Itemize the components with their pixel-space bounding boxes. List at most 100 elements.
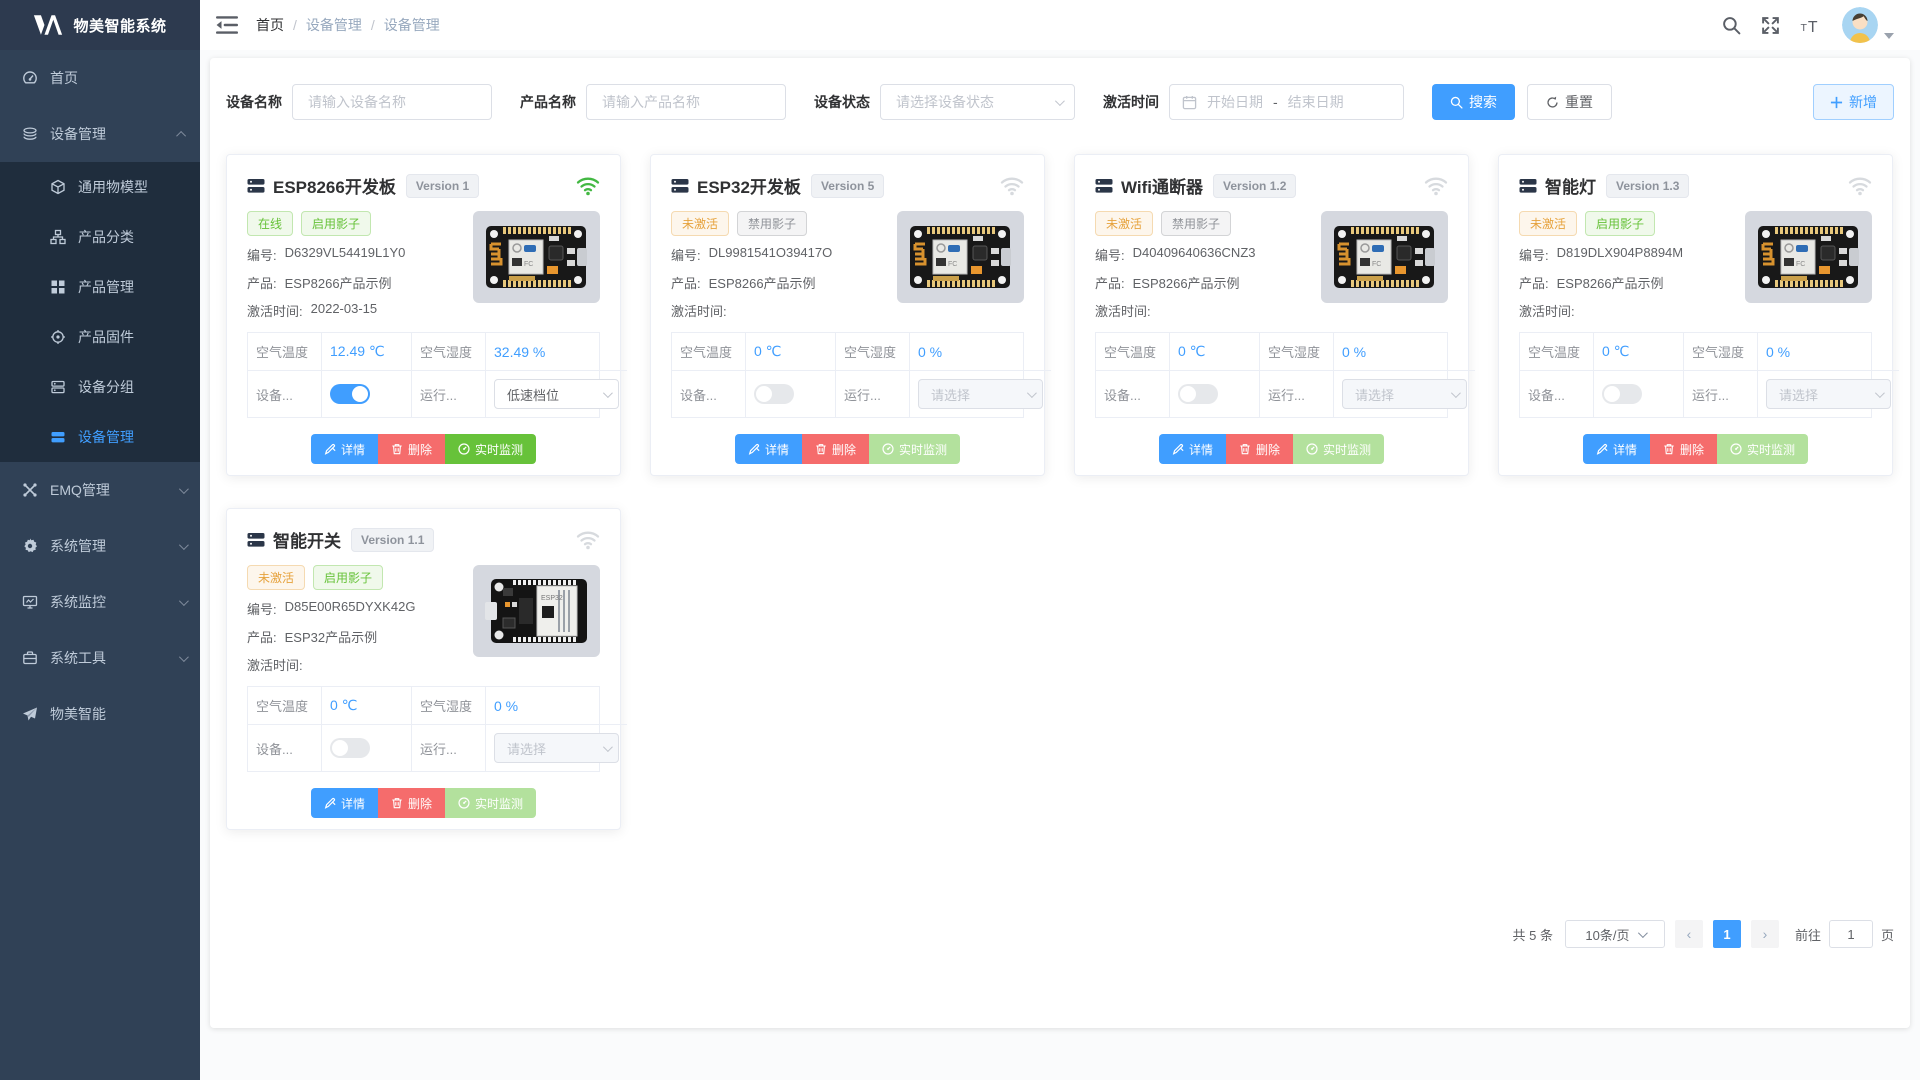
device-title: ESP32开发板 xyxy=(697,173,801,198)
product-name-input[interactable] xyxy=(586,84,786,120)
device-name-input[interactable] xyxy=(292,84,492,120)
toolbox-icon xyxy=(22,650,38,666)
sidebar-item-product-management[interactable]: 产品管理 xyxy=(0,262,200,312)
serial-line: 编号: D85E00R65DYXK42G xyxy=(247,599,461,618)
run-mode-select[interactable]: 低速档位 xyxy=(494,379,619,409)
run-mode-select[interactable]: 请选择 xyxy=(918,379,1043,409)
filter-device-status: 设备状态 请选择设备状态 xyxy=(814,84,1075,120)
detail-button[interactable]: 详情 xyxy=(1159,434,1226,464)
breadcrumb-home[interactable]: 首页 xyxy=(256,15,284,35)
device-image xyxy=(473,565,600,657)
reset-button[interactable]: 重置 xyxy=(1527,84,1612,120)
delete-button[interactable]: 删除 xyxy=(802,434,869,464)
refresh-icon xyxy=(1546,96,1559,109)
serial-value: DL9981541O39417O xyxy=(709,245,833,264)
content-panel: 设备名称 产品名称 设备状态 请选择设备状态 激活时间 xyxy=(210,58,1910,1028)
property-table: 空气温度 0 ℃ 空气湿度 0 % 设备... 运行... 请选择 xyxy=(247,686,600,772)
sidebar-item-home[interactable]: 首页 xyxy=(0,50,200,106)
detail-button[interactable]: 详情 xyxy=(311,788,378,818)
sidebar-item-emq[interactable]: EMQ管理 xyxy=(0,462,200,518)
pen-icon xyxy=(324,443,336,455)
sidebar-item-system-management[interactable]: 系统管理 xyxy=(0,518,200,574)
delete-button[interactable]: 删除 xyxy=(378,434,445,464)
sidebar-item-product-firmware[interactable]: 产品固件 xyxy=(0,312,200,362)
realtime-monitor-button[interactable]: 实时监测 xyxy=(445,434,536,464)
device-switch-toggle[interactable] xyxy=(330,738,370,758)
sidebar-item-thing-model[interactable]: 通用物模型 xyxy=(0,162,200,212)
activation-line: 激活时间: 2022-03-15 xyxy=(247,301,461,320)
delete-button[interactable]: 删除 xyxy=(378,788,445,818)
run-mode-select[interactable]: 请选择 xyxy=(494,733,619,763)
activation-value: 2022-03-15 xyxy=(311,301,378,320)
device-card: ESP8266开发板 Version 1 在线 启用影子 编号: D6329VL… xyxy=(226,154,621,476)
sidebar-item-wumei-smart[interactable]: 物美智能 xyxy=(0,686,200,742)
breadcrumb-device-management[interactable]: 设备管理 xyxy=(306,15,362,35)
device-card: 智能灯 Version 1.3 未激活 启用影子 编号: D819DLX904P… xyxy=(1498,154,1893,476)
font-size-icon[interactable] xyxy=(1800,16,1822,35)
sidebar-item-device-management[interactable]: 设备管理 xyxy=(0,106,200,162)
temp-value: 0 ℃ xyxy=(1594,333,1684,371)
device-switch-toggle[interactable] xyxy=(1178,384,1218,404)
humidity-value: 0 % xyxy=(1758,333,1899,371)
prev-page-button[interactable]: ‹ xyxy=(1675,920,1703,948)
device-switch-toggle[interactable] xyxy=(754,384,794,404)
page-size-select[interactable]: 10条/页 xyxy=(1565,920,1665,948)
device-switch-label: 设备... xyxy=(248,725,322,771)
device-switch-toggle[interactable] xyxy=(330,384,370,404)
top-header: 首页 / 设备管理 / 设备管理 xyxy=(200,0,1920,50)
sidebar-item-system-tools[interactable]: 系统工具 xyxy=(0,630,200,686)
cube-icon xyxy=(50,179,66,195)
card-header: ESP32开发板 Version 5 xyxy=(671,173,1024,198)
realtime-monitor-button[interactable]: 实时监测 xyxy=(1293,434,1384,464)
page-number-1[interactable]: 1 xyxy=(1713,920,1741,948)
realtime-monitor-button[interactable]: 实时监测 xyxy=(445,788,536,818)
app-logo[interactable]: 物美智能系统 xyxy=(0,0,200,50)
status-tags: 未激活 禁用影子 xyxy=(1095,211,1309,236)
temp-label: 空气温度 xyxy=(1096,333,1170,371)
delete-button[interactable]: 删除 xyxy=(1226,434,1293,464)
trash-icon xyxy=(391,443,403,455)
card-header: 智能开关 Version 1.1 xyxy=(247,527,600,552)
sidebar-item-system-monitor[interactable]: 系统监控 xyxy=(0,574,200,630)
card-actions: 详情 删除 实时监测 xyxy=(671,434,1024,464)
detail-button[interactable]: 详情 xyxy=(1583,434,1650,464)
emq-icon xyxy=(22,482,38,498)
avatar[interactable] xyxy=(1842,7,1878,43)
detail-button[interactable]: 详情 xyxy=(735,434,802,464)
goto-page-input[interactable] xyxy=(1829,920,1873,948)
chevron-down-icon xyxy=(1875,388,1885,398)
sidebar-item-product-category[interactable]: 产品分类 xyxy=(0,212,200,262)
serial-line: 编号: D40409640636CNZ3 xyxy=(1095,245,1309,264)
shadow-badge: 禁用影子 xyxy=(1161,211,1231,236)
board-illustration xyxy=(903,218,1017,296)
delete-button[interactable]: 删除 xyxy=(1650,434,1717,464)
sidebar-menu: 首页 设备管理 通用物模型 产品分类 产品管理 xyxy=(0,50,200,742)
activation-line: 激活时间: xyxy=(247,655,461,674)
realtime-monitor-button[interactable]: 实时监测 xyxy=(869,434,960,464)
run-mode-select[interactable]: 请选择 xyxy=(1342,379,1467,409)
sidebar-item-device-group[interactable]: 设备分组 xyxy=(0,362,200,412)
menu-fold-icon[interactable] xyxy=(216,15,238,35)
wifi-status-icon xyxy=(576,530,600,550)
next-page-button[interactable]: › xyxy=(1751,920,1779,948)
gauge-icon xyxy=(1730,443,1742,455)
run-mode-select[interactable]: 请选择 xyxy=(1766,379,1891,409)
sidebar-item-device-list[interactable]: 设备管理 xyxy=(0,412,200,462)
activation-line: 激活时间: xyxy=(671,301,885,320)
breadcrumb: 首页 / 设备管理 / 设备管理 xyxy=(256,15,440,35)
status-tags: 未激活 禁用影子 xyxy=(671,211,885,236)
user-menu[interactable] xyxy=(1842,7,1894,43)
temp-value: 12.49 ℃ xyxy=(322,333,412,371)
realtime-monitor-button[interactable]: 实时监测 xyxy=(1717,434,1808,464)
date-range-picker[interactable]: 开始日期 - 结束日期 xyxy=(1169,84,1404,120)
chevron-down-icon xyxy=(1055,96,1065,106)
device-status-select[interactable]: 请选择设备状态 xyxy=(880,84,1075,120)
detail-button[interactable]: 详情 xyxy=(311,434,378,464)
device-switch-toggle[interactable] xyxy=(1602,384,1642,404)
search-button[interactable]: 搜索 xyxy=(1432,84,1515,120)
monitor-icon xyxy=(22,594,38,610)
search-icon[interactable] xyxy=(1722,16,1741,35)
fullscreen-icon[interactable] xyxy=(1761,16,1780,35)
paper-plane-icon xyxy=(22,706,38,722)
add-device-button[interactable]: 新增 xyxy=(1813,84,1894,120)
